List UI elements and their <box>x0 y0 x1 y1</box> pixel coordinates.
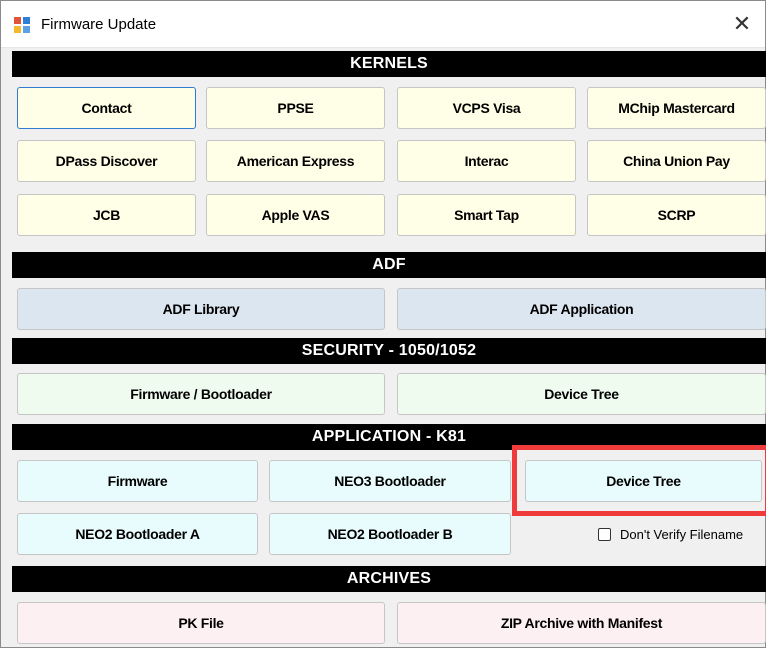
dont-verify-filename-label: Don't Verify Filename <box>620 526 744 542</box>
checkbox-icon[interactable] <box>598 527 611 541</box>
ppse-button[interactable]: PPSE <box>206 87 385 129</box>
dont-verify-filename-checkbox[interactable]: Don't Verify Filename <box>598 525 743 543</box>
security-header: SECURITY - 1050/1052 <box>12 338 766 364</box>
close-icon[interactable]: ✕ <box>719 1 765 47</box>
archives-header: ARCHIVES <box>12 566 766 592</box>
firmware-window-icon <box>14 17 30 33</box>
jcb-button[interactable]: JCB <box>17 194 196 236</box>
smart-tap-button[interactable]: Smart Tap <box>397 194 576 236</box>
firmware-bootloader-button[interactable]: Firmware / Bootloader <box>17 373 385 415</box>
security-device-tree-button[interactable]: Device Tree <box>397 373 766 415</box>
interac-button[interactable]: Interac <box>397 140 576 182</box>
zip-archive-button[interactable]: ZIP Archive with Manifest <box>397 602 766 644</box>
china-union-pay-button[interactable]: China Union Pay <box>587 140 766 182</box>
window-title: Firmware Update <box>41 16 157 33</box>
neo3-bootloader-button[interactable]: NEO3 Bootloader <box>269 460 511 502</box>
kernels-header: KERNELS <box>12 51 766 77</box>
adf-application-button[interactable]: ADF Application <box>397 288 766 330</box>
mchip-mastercard-button[interactable]: MChip Mastercard <box>587 87 766 129</box>
neo2-bootloader-a-button[interactable]: NEO2 Bootloader A <box>17 513 258 555</box>
application-firmware-button[interactable]: Firmware <box>17 460 258 502</box>
device-tree-highlight <box>512 445 766 516</box>
pk-file-button[interactable]: PK File <box>17 602 385 644</box>
title-bar: Firmware Update ✕ <box>1 1 765 48</box>
firmware-update-window: Firmware Update ✕ KERNELS Contact PPSE V… <box>0 0 766 648</box>
neo2-bootloader-b-button[interactable]: NEO2 Bootloader B <box>269 513 511 555</box>
adf-library-button[interactable]: ADF Library <box>17 288 385 330</box>
adf-header: ADF <box>12 252 766 278</box>
dpass-discover-button[interactable]: DPass Discover <box>17 140 196 182</box>
vcps-visa-button[interactable]: VCPS Visa <box>397 87 576 129</box>
american-express-button[interactable]: American Express <box>206 140 385 182</box>
contact-button[interactable]: Contact <box>17 87 196 129</box>
scrp-button[interactable]: SCRP <box>587 194 766 236</box>
apple-vas-button[interactable]: Apple VAS <box>206 194 385 236</box>
